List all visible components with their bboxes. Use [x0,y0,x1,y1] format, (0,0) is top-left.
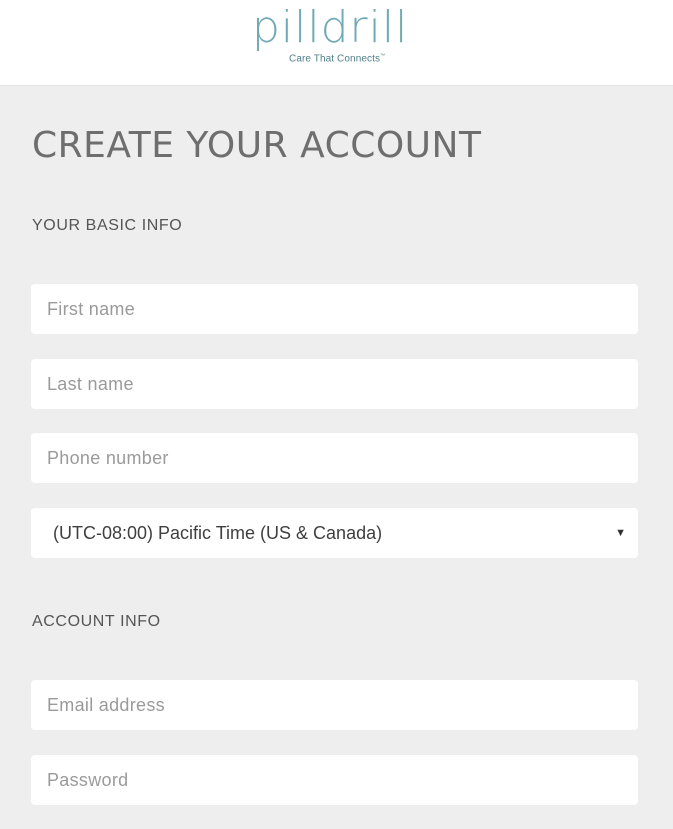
first-name-input[interactable] [31,284,638,334]
create-account-panel: CREATE YOUR ACCOUNT YOUR BASIC INFO (UTC… [0,86,673,829]
app-header: pilldrill Care That Connects™ [0,0,673,86]
trademark-mark: ™ [380,53,386,59]
phone-number-input[interactable] [31,433,638,483]
account-info-heading: ACCOUNT INFO [32,613,161,630]
timezone-select[interactable]: (UTC-08:00) Pacific Time (US & Canada) ▼ [31,508,638,558]
page-title: CREATE YOUR ACCOUNT [32,125,482,166]
basic-info-heading: YOUR BASIC INFO [32,217,183,234]
logo-tagline: Care That Connects™ [289,53,385,64]
pilldrill-logo[interactable]: pilldrill Care That Connects™ [252,2,422,68]
timezone-selected-value: (UTC-08:00) Pacific Time (US & Canada) [53,523,383,543]
email-address-input[interactable] [31,680,638,730]
password-input[interactable] [31,755,638,805]
logo-wordmark: pilldrill [252,2,409,53]
last-name-input[interactable] [31,359,638,409]
tagline-text: Care That Connects [289,53,381,65]
caret-down-icon: ▼ [615,527,626,539]
